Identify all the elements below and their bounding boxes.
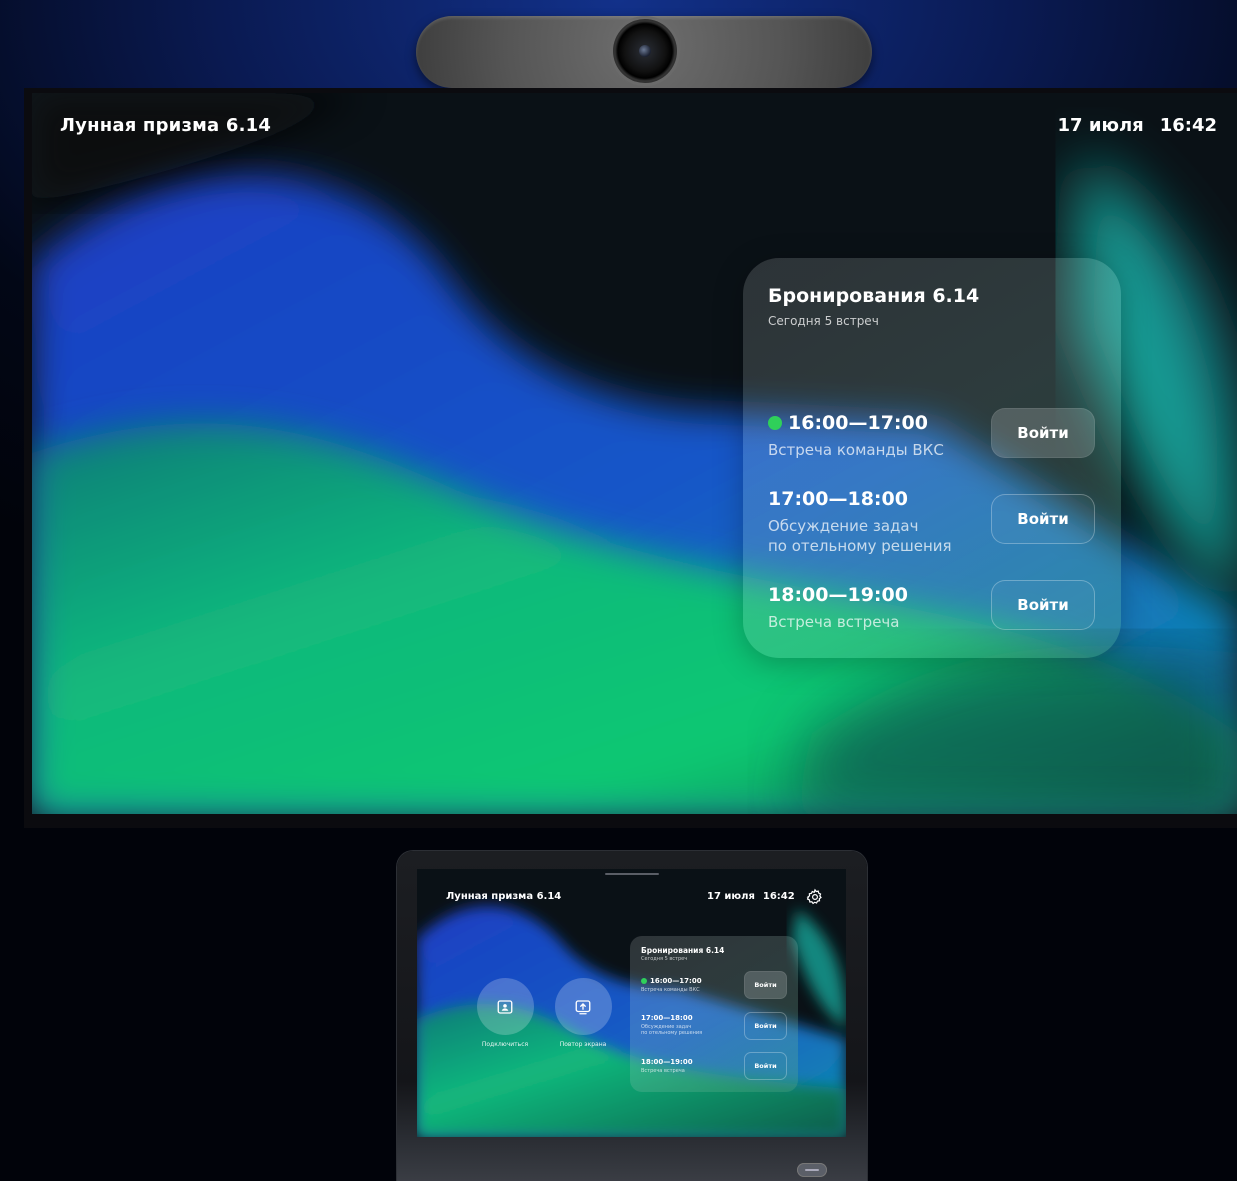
current-time: 16:42: [1159, 115, 1217, 136]
date-time: 17 июля 16:42: [1058, 115, 1217, 136]
active-meeting-dot: [768, 416, 782, 430]
touch-panel-screen: Лунная призма 6.14 17 июля 16:42 Подключ…: [417, 869, 846, 1137]
room-display: Лунная призма 6.14 17 июля 16:42 Брониро…: [24, 88, 1237, 828]
join-meeting-button[interactable]: Войти: [744, 1052, 787, 1080]
room-display-screen: Лунная призма 6.14 17 июля 16:42 Брониро…: [32, 93, 1237, 814]
meeting-item: 17:00—18:00 Обсуждение задач по отельном…: [768, 488, 988, 556]
screen-share-button[interactable]: [554, 978, 612, 1035]
meeting-time: 16:00—17:00: [788, 412, 928, 434]
join-meeting-button[interactable]: Войти: [991, 494, 1095, 544]
camera-lens: [613, 19, 677, 83]
meeting-item: 16:00—17:00 Встреча команды ВКС: [641, 977, 741, 993]
meeting-item: 18:00—19:00 Встреча встреча: [641, 1058, 741, 1074]
current-date: 17 июля: [707, 891, 755, 902]
bookings-panel: Бронирования 6.14 Сегодня 5 встреч 16:00…: [630, 936, 798, 1092]
join-meeting-button[interactable]: Войти: [744, 1012, 787, 1040]
meeting-name: Встреча встреча: [641, 1068, 685, 1074]
meeting-time: 17:00—18:00: [641, 1014, 693, 1022]
meeting-time: 18:00—19:00: [768, 584, 908, 606]
tablet-notch: [605, 873, 659, 875]
meeting-time: 18:00—19:00: [641, 1058, 693, 1066]
meeting-item: 16:00—17:00 Встреча команды ВКС: [768, 412, 988, 460]
bookings-title: Бронирования 6.14: [641, 946, 725, 955]
current-time: 16:42: [762, 891, 795, 902]
screen-share-label: Повтор экрана: [559, 1041, 607, 1048]
contact-card-icon: [497, 999, 513, 1014]
meeting-time: 16:00—17:00: [650, 977, 702, 985]
meeting-name-line: по отельному решения: [641, 1030, 703, 1036]
screen-share-action[interactable]: Повтор экрана: [543, 978, 623, 1048]
bookings-title: Бронирования 6.14: [768, 285, 980, 307]
meeting-item: 18:00—19:00 Встреча встреча: [768, 584, 988, 632]
meeting-name: Встреча команды ВКС: [768, 441, 944, 459]
connect-label: Подключиться: [481, 1041, 529, 1048]
bookings-subtitle: Сегодня 5 встреч: [768, 314, 879, 328]
active-meeting-dot: [641, 978, 647, 984]
meeting-name-line: Обсуждение задач: [768, 517, 919, 535]
join-meeting-button[interactable]: Войти: [744, 971, 787, 999]
meeting-item: 17:00—18:00 Обсуждение задач по отельном…: [641, 1014, 741, 1036]
room-name: Лунная призма 6.14: [60, 115, 272, 136]
join-meeting-button[interactable]: Войти: [991, 408, 1095, 458]
current-date: 17 июля: [1057, 115, 1144, 136]
conference-camera: [416, 16, 872, 88]
meeting-name-line: по отельному решения: [768, 537, 952, 555]
bookings-subtitle: Сегодня 5 встреч: [641, 956, 688, 962]
connect-action[interactable]: Подключиться: [465, 978, 545, 1048]
bookings-panel: Бронирования 6.14 Сегодня 5 встреч 16:00…: [743, 258, 1121, 658]
room-name: Лунная призма 6.14: [446, 891, 562, 902]
gear-icon[interactable]: [806, 888, 824, 906]
join-meeting-button[interactable]: Войти: [991, 580, 1095, 630]
meeting-time: 17:00—18:00: [768, 488, 908, 510]
meeting-name: Встреча команды ВКС: [641, 987, 700, 993]
meeting-name: Встреча встреча: [768, 613, 900, 631]
home-button[interactable]: [797, 1163, 827, 1177]
connect-button[interactable]: [476, 978, 534, 1035]
touch-panel: Лунная призма 6.14 17 июля 16:42 Подключ…: [397, 851, 867, 1181]
screen-share-icon: [575, 999, 591, 1014]
date-time: 17 июля 16:42: [707, 891, 795, 902]
